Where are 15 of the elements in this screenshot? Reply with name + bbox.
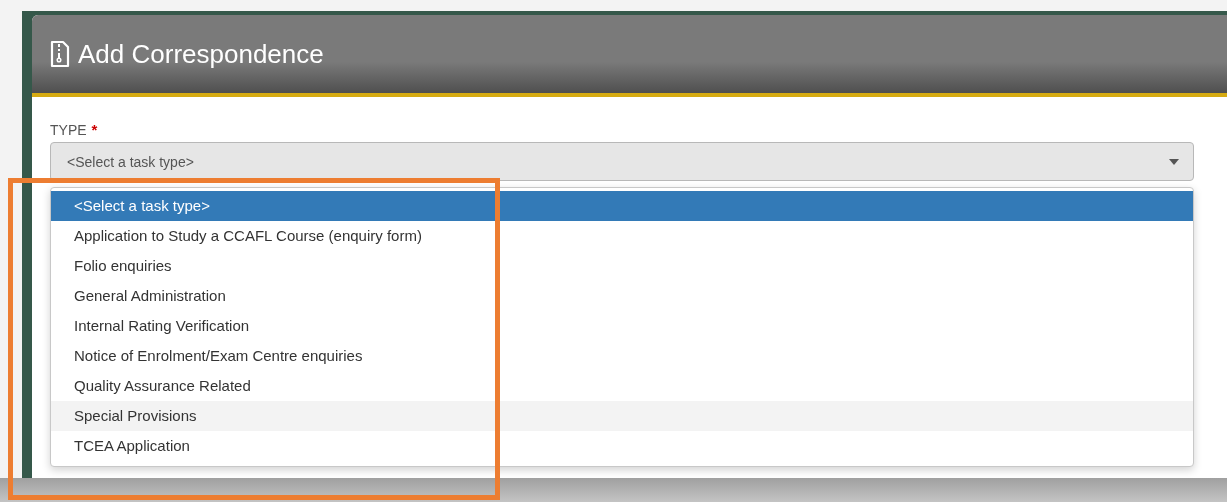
dropdown-option[interactable]: General Administration xyxy=(51,281,1193,311)
dropdown-option[interactable]: TCEA Application xyxy=(51,431,1193,461)
dropdown-option[interactable]: Special Provisions xyxy=(51,401,1193,431)
dialog-title: Add Correspondence xyxy=(78,38,324,70)
dropdown-option[interactable]: Application to Study a CCAFL Course (enquiry form) xyxy=(51,221,1193,251)
type-select[interactable]: <Select a task type> xyxy=(50,142,1194,181)
dropdown-option[interactable]: Quality Assurance Related xyxy=(51,371,1193,401)
field-label: TYPE xyxy=(50,122,87,138)
dropdown-option[interactable]: <Select a task type> xyxy=(51,191,1193,221)
dropdown-option[interactable]: Notice of Enrolment/Exam Centre enquiries xyxy=(51,341,1193,371)
dropdown-option[interactable]: Folio enquiries xyxy=(51,251,1193,281)
caret-icon xyxy=(1169,158,1179,165)
dropdown-option[interactable]: Internal Rating Verification xyxy=(51,311,1193,341)
document-icon xyxy=(50,40,70,68)
required-mark: * xyxy=(91,121,98,138)
